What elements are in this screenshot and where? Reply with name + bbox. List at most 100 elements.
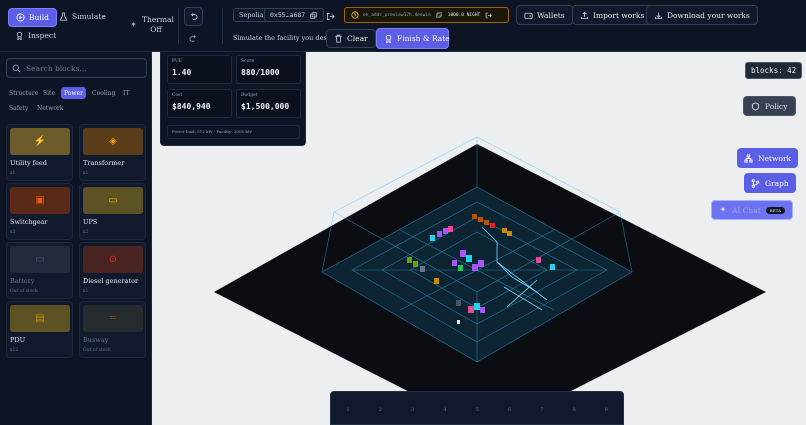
graph-view-label: Graph (765, 178, 789, 188)
top-toolbar: Build Simulate ✦ Thermal Off Inspect Sep… (0, 0, 806, 52)
power-load-footnote: Power load: 512 kW · Facility: 2005 kW (167, 125, 300, 139)
import-works-button[interactable]: Import works (572, 5, 653, 25)
block-meta: x1 (10, 171, 16, 176)
hotbar-slot[interactable]: 6 (505, 407, 515, 413)
copy-icon[interactable] (435, 11, 444, 20)
inspect-mode-label: Inspect (28, 31, 57, 40)
simulate-mode-button[interactable]: Simulate (52, 7, 113, 26)
blocks-counter: blocks: 42 (745, 62, 803, 79)
wallets-button[interactable]: Wallets (516, 5, 573, 25)
block-meta: Out of stock (83, 348, 111, 353)
download-icon (654, 11, 663, 20)
facility-stats-panel: PUE 1.40 Score 880/1000 Cost $840,940 Bu… (160, 52, 306, 146)
download-works-button[interactable]: Download your works (646, 5, 758, 25)
build-mode-label: Build (29, 13, 49, 22)
pue-stat: PUE 1.40 (167, 55, 232, 84)
block-meta: x12 (10, 348, 19, 353)
wallet-address-chip[interactable]: 0x55…a687 (264, 8, 325, 22)
identity-chip[interactable]: en_addr_preview17h.4eswin 1000.0 NIGHT (344, 7, 509, 23)
wallet-icon (524, 11, 533, 20)
switchgear-icon: ▣ (10, 187, 70, 214)
copy-icon[interactable] (309, 11, 318, 20)
search-icon (12, 64, 21, 73)
block-card-ups[interactable]: ▭ UPS x2 (79, 183, 146, 240)
clock-icon (350, 11, 359, 20)
block-card-battery[interactable]: ▭ Battery Out of stock (6, 242, 73, 299)
ai-chat-label: AI Chat (731, 205, 761, 215)
block-card-switchgear[interactable]: ▣ Switchgear x3 (6, 183, 73, 240)
beta-badge: BETA (765, 206, 785, 214)
block-card-pdu[interactable]: ▤ PDU x12 (6, 301, 73, 358)
toolbar-divider (178, 8, 179, 44)
block-card-diesel-generator[interactable]: ⊙ Diesel generator x1 (79, 242, 146, 299)
build-mode-button[interactable]: Build (8, 8, 57, 27)
hotbar-slot[interactable]: 4 (440, 407, 450, 413)
hotbar-slot[interactable]: 5 (472, 407, 482, 413)
category-tab-power[interactable]: Power (61, 87, 86, 99)
block-meta: x2 (83, 230, 89, 235)
finish-rate-label: Finish & Rate (397, 34, 450, 43)
block-name: PDU (10, 336, 26, 344)
finish-rate-button[interactable]: Finish & Rate (376, 28, 450, 49)
hotbar-slot[interactable]: 1 (343, 407, 353, 413)
redo-icon (189, 34, 198, 43)
ai-chat-button[interactable]: ✦ AI Chat BETA (711, 200, 793, 220)
category-tab-network[interactable]: Network (34, 102, 66, 114)
network-icon (744, 153, 753, 163)
logout-icon (326, 12, 335, 21)
category-tab-structure[interactable]: Structure (6, 87, 41, 99)
thermal-toggle-label: Thermal Off (142, 14, 174, 34)
award-icon (384, 34, 393, 43)
flask-icon (59, 12, 68, 21)
download-works-label: Download your works (667, 10, 750, 20)
pue-value: 1.40 (172, 68, 192, 77)
trash-icon (334, 34, 343, 43)
budget-stat: Budget $1,500,000 (236, 89, 301, 118)
category-tab-cooling[interactable]: Cooling (89, 87, 118, 99)
network-view-button[interactable]: Network (737, 148, 799, 168)
transformer-icon: ◈ (83, 128, 143, 155)
category-tab-safety[interactable]: Safety (6, 102, 31, 114)
block-meta: x1 (83, 171, 89, 176)
block-card-transformer[interactable]: ◈ Transformer x1 (79, 124, 146, 181)
badge-icon (15, 31, 24, 40)
hotbar-slot[interactable]: 7 (537, 407, 547, 413)
budget-value: $1,500,000 (241, 102, 290, 111)
inspect-mode-button[interactable]: Inspect (8, 26, 63, 45)
blocks-counter-value: blocks: 42 (751, 66, 797, 75)
branch-icon (751, 178, 760, 188)
category-tab-it[interactable]: IT (120, 87, 132, 99)
block-name: Switchgear (10, 218, 48, 226)
clear-button[interactable]: Clear (326, 29, 376, 48)
thermal-toggle-button[interactable]: ✦ Thermal Off (122, 15, 177, 34)
hotbar-slot[interactable]: 3 (408, 407, 418, 413)
redo-button[interactable] (184, 29, 203, 48)
block-search[interactable] (6, 58, 147, 78)
hotbar-slot[interactable]: 9 (601, 407, 611, 413)
policy-button[interactable]: Policy (743, 96, 796, 116)
busway-icon: ═ (83, 305, 143, 332)
ens-name: en_addr_preview17h.4eswin (363, 12, 431, 18)
block-meta: Out of stock (10, 289, 38, 294)
score-stat: Score 880/1000 (236, 55, 301, 84)
block-search-input[interactable] (26, 63, 136, 73)
block-name: Utility feed (10, 159, 47, 167)
disconnect-button[interactable] (321, 7, 339, 26)
pue-label: PUE (172, 59, 183, 64)
graph-view-button[interactable]: Graph (744, 173, 796, 193)
block-card-busway[interactable]: ═ Busway Out of stock (79, 301, 146, 358)
logout-icon[interactable] (484, 11, 493, 20)
network-name: Sepolia (239, 11, 264, 19)
shield-icon (751, 101, 760, 111)
block-card-utility-feed[interactable]: ⚡ Utility feed x1 (6, 124, 73, 181)
cost-value: $840,940 (172, 102, 211, 111)
block-meta: x3 (10, 230, 16, 235)
network-view-label: Network (758, 153, 792, 163)
hotbar-slot[interactable]: 2 (375, 407, 385, 413)
wallet-address: 0x55…a687 (270, 11, 306, 19)
token-balance: 1000.0 NIGHT (447, 12, 481, 18)
hotbar-slot[interactable]: 8 (569, 407, 579, 413)
undo-button[interactable] (184, 7, 203, 26)
battery-icon: ▭ (10, 246, 70, 273)
category-tab-site[interactable]: Site (40, 87, 58, 99)
